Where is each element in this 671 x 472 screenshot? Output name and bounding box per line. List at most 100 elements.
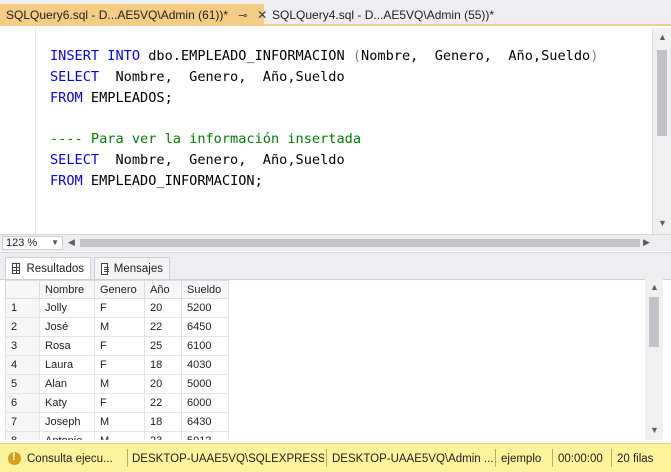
table-row[interactable]: 8 Antonio M 23 5012 xyxy=(5,431,229,440)
cell-genero[interactable]: F xyxy=(94,393,145,413)
editor-vertical-scrollbar[interactable]: ▲ ▼ xyxy=(652,28,671,234)
cell-sueldo[interactable]: 6000 xyxy=(181,393,229,413)
grid-icon xyxy=(12,263,21,274)
scroll-down-icon[interactable]: ▼ xyxy=(650,425,659,435)
tab-label: Mensajes xyxy=(113,262,163,275)
cell-sueldo[interactable]: 6430 xyxy=(181,412,229,432)
status-query-text: Consulta ejecu... xyxy=(27,452,113,465)
row-number[interactable]: 2 xyxy=(5,317,40,337)
cell-nombre[interactable]: Antonio xyxy=(39,431,95,440)
results-tab-strip: Resultados Mensajes xyxy=(0,252,671,279)
table-row[interactable]: 5 Alan M 20 5000 xyxy=(5,374,229,394)
column-header-ano[interactable]: Año xyxy=(144,280,182,299)
status-database: ejemplo xyxy=(501,452,542,465)
row-number[interactable]: 7 xyxy=(5,412,40,432)
cell-nombre[interactable]: Joseph xyxy=(39,412,95,432)
table-row[interactable]: 2 José M 22 6450 xyxy=(5,317,229,337)
cell-genero[interactable]: F xyxy=(94,298,145,318)
status-separator xyxy=(495,449,496,467)
cell-genero[interactable]: M xyxy=(94,374,145,394)
status-query: Consulta ejecu... xyxy=(4,444,124,472)
row-number[interactable]: 4 xyxy=(5,355,40,375)
status-separator xyxy=(611,449,612,467)
tab-mensajes[interactable]: Mensajes xyxy=(94,257,170,279)
table-row[interactable]: 3 Rosa F 25 6100 xyxy=(5,336,229,356)
header-row: Nombre Genero Año Sueldo xyxy=(5,280,229,299)
cell-genero[interactable]: F xyxy=(94,336,145,356)
status-separator xyxy=(552,449,553,467)
cell-ano[interactable]: 22 xyxy=(144,317,182,337)
column-header-sueldo[interactable]: Sueldo xyxy=(181,280,229,299)
row-number[interactable]: 1 xyxy=(5,298,40,318)
cell-sueldo[interactable]: 5200 xyxy=(181,298,229,318)
table-row[interactable]: 7 Joseph M 18 6430 xyxy=(5,412,229,432)
status-server: DESKTOP-UAAE5VQ\SQLEXPRESS ... xyxy=(132,452,324,465)
chevron-down-icon[interactable]: ▼ xyxy=(51,237,59,249)
row-number[interactable]: 5 xyxy=(5,374,40,394)
cell-ano[interactable]: 23 xyxy=(144,431,182,440)
cell-nombre[interactable]: Jolly xyxy=(39,298,95,318)
status-user: DESKTOP-UAAE5VQ\Admin ... xyxy=(332,452,494,465)
editor-margin xyxy=(0,28,14,234)
cell-nombre[interactable]: José xyxy=(39,317,95,337)
cell-ano[interactable]: 18 xyxy=(144,355,182,375)
cell-ano[interactable]: 25 xyxy=(144,336,182,356)
table-row[interactable]: 4 Laura F 18 4030 xyxy=(5,355,229,375)
scroll-up-icon[interactable]: ▲ xyxy=(650,282,659,292)
scroll-left-icon[interactable]: ◀ xyxy=(68,237,75,248)
tab-sqlquery6[interactable]: SQLQuery6.sql - D...AE5VQ\Admin (61))* ⊸… xyxy=(0,4,267,26)
cell-ano[interactable]: 22 xyxy=(144,393,182,413)
warning-icon xyxy=(8,451,21,465)
tab-sqlquery4[interactable]: SQLQuery4.sql - D...AE5VQ\Admin (55))* xyxy=(266,4,494,26)
table-row[interactable]: 1 Jolly F 20 5200 xyxy=(5,298,229,318)
pin-icon[interactable]: ⊸ xyxy=(238,9,247,22)
zoom-value: 123 % xyxy=(6,237,38,249)
row-number[interactable]: 8 xyxy=(5,431,40,440)
document-tab-strip: SQLQuery6.sql - D...AE5VQ\Admin (61))* ⊸… xyxy=(0,0,671,26)
column-header-nombre[interactable]: Nombre xyxy=(39,280,95,299)
row-number-header[interactable] xyxy=(5,280,40,299)
row-number[interactable]: 6 xyxy=(5,393,40,413)
results-vertical-scrollbar[interactable]: ▲ ▼ xyxy=(645,279,663,440)
cell-genero[interactable]: M xyxy=(94,317,145,337)
code-line-2: SELECT Nombre, Genero, Año,Sueldo xyxy=(50,68,345,85)
status-time: 00:00:00 xyxy=(558,452,603,465)
cell-nombre[interactable]: Laura xyxy=(39,355,95,375)
scroll-up-icon[interactable]: ▲ xyxy=(658,32,667,42)
outline-margin-line xyxy=(35,28,36,234)
cell-ano[interactable]: 20 xyxy=(144,298,182,318)
tab-label: SQLQuery6.sql - D...AE5VQ\Admin (61))* xyxy=(6,8,229,22)
scroll-down-icon[interactable]: ▼ xyxy=(658,218,667,228)
query-editor[interactable]: INSERT INTO dbo.EMPLEADO_INFORMACION (No… xyxy=(0,28,671,234)
horizontal-scroll-thumb[interactable] xyxy=(80,239,640,247)
cell-genero[interactable]: M xyxy=(94,431,145,440)
cell-sueldo[interactable]: 6450 xyxy=(181,317,229,337)
code-text[interactable]: INSERT INTO dbo.EMPLEADO_INFORMACION (No… xyxy=(50,46,598,192)
scroll-right-icon[interactable]: ▶ xyxy=(643,237,650,248)
results-grid[interactable]: Nombre Genero Año Sueldo 1 Jolly F 20 52… xyxy=(0,279,671,440)
messages-icon xyxy=(101,262,109,275)
cell-sueldo[interactable]: 5000 xyxy=(181,374,229,394)
tab-resultados[interactable]: Resultados xyxy=(5,257,91,279)
cell-nombre[interactable]: Katy xyxy=(39,393,95,413)
cell-ano[interactable]: 18 xyxy=(144,412,182,432)
column-header-genero[interactable]: Genero xyxy=(94,280,145,299)
code-line-1: INSERT INTO dbo.EMPLEADO_INFORMACION (No… xyxy=(50,48,599,64)
scroll-thumb[interactable] xyxy=(657,50,667,136)
code-comment: ---- Para ver la información insertada xyxy=(50,131,361,148)
cell-genero[interactable]: M xyxy=(94,412,145,432)
code-line-5: SELECT Nombre, Genero, Año,Sueldo xyxy=(50,151,345,168)
zoom-select[interactable]: 123 % ▼ xyxy=(2,236,63,250)
cell-sueldo[interactable]: 5012 xyxy=(181,431,229,440)
cell-sueldo[interactable]: 4030 xyxy=(181,355,229,375)
status-separator xyxy=(326,449,327,467)
row-number[interactable]: 3 xyxy=(5,336,40,356)
cell-sueldo[interactable]: 6100 xyxy=(181,336,229,356)
scroll-thumb[interactable] xyxy=(649,297,659,347)
cell-ano[interactable]: 20 xyxy=(144,374,182,394)
cell-nombre[interactable]: Rosa xyxy=(39,336,95,356)
table-row[interactable]: 6 Katy F 22 6000 xyxy=(5,393,229,413)
cell-genero[interactable]: F xyxy=(94,355,145,375)
cell-nombre[interactable]: Alan xyxy=(39,374,95,394)
tab-label: Resultados xyxy=(26,262,84,275)
